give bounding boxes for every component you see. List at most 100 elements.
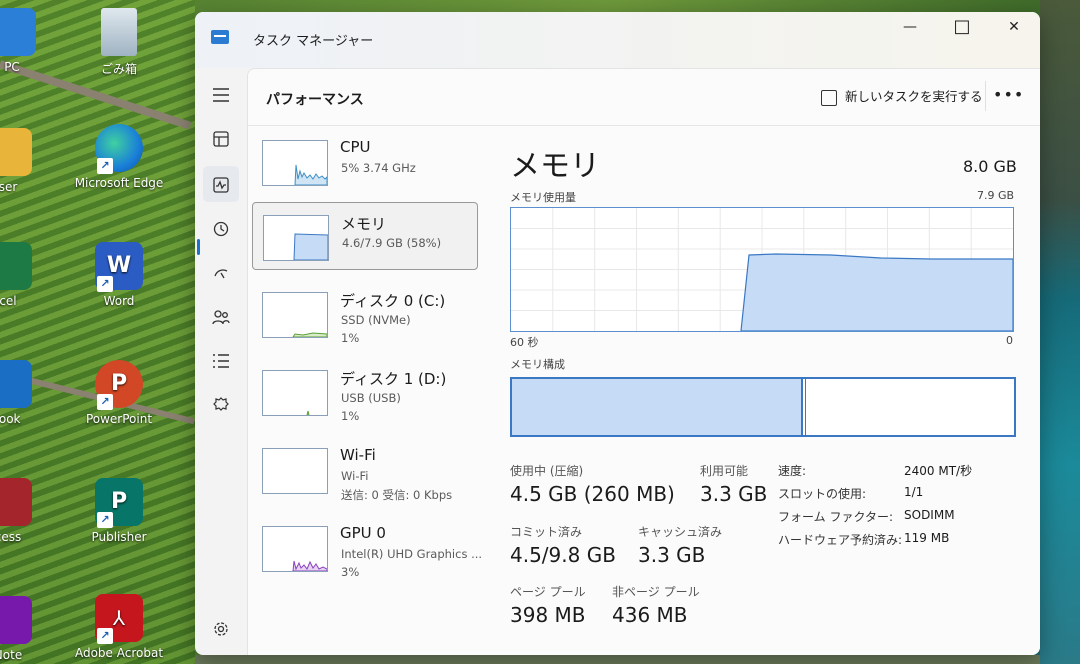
details-icon[interactable] xyxy=(203,342,239,378)
task-manager-window: タスク マネージャー — □ ✕ パフォーマンス 新しいタスクを実行する •••… xyxy=(195,12,1040,655)
desktop-icon-acrobat[interactable]: ⅄ ↗ Adobe Acrobat xyxy=(71,594,167,660)
graph-axis-left: 60 秒 xyxy=(510,336,539,349)
desktop-icon-label: Word xyxy=(103,294,135,308)
task-manager-icon xyxy=(211,30,229,44)
desktop-background-right xyxy=(1040,0,1080,664)
spec-hardware-reserved-value: 119 MB xyxy=(904,531,950,545)
word-icon: W ↗ xyxy=(95,242,143,292)
processes-icon[interactable] xyxy=(203,120,239,156)
wifi-thumbnail-graph xyxy=(262,448,328,494)
edge-icon: ↗ xyxy=(95,124,143,174)
nonpaged-pool-label: 非ページ プール xyxy=(612,585,700,599)
desktop-icon-access[interactable]: cess xyxy=(0,478,56,544)
performance-list: CPU 5% 3.74 GHz メモリ 4.6/7.9 GB (58%) ディス… xyxy=(248,126,483,655)
close-button[interactable]: ✕ xyxy=(988,12,1040,44)
item-name: メモリ xyxy=(341,215,387,233)
item-name: Wi-Fi xyxy=(340,446,376,464)
list-item-wifi[interactable]: Wi-Fi Wi-Fi 送信: 0 受信: 0 Kbps xyxy=(252,436,476,502)
gpu-thumbnail-graph xyxy=(262,526,328,572)
performance-icon[interactable] xyxy=(203,166,239,202)
active-nav-indicator xyxy=(197,239,200,255)
desktop-icon-label: Microsoft Edge xyxy=(74,176,164,190)
list-item-memory[interactable]: メモリ 4.6/7.9 GB (58%) xyxy=(252,202,478,270)
desktop-icon-excel[interactable]: cel xyxy=(0,242,56,308)
hamburger-icon[interactable] xyxy=(203,76,239,112)
title-bar[interactable]: タスク マネージャー — □ ✕ xyxy=(195,12,1040,68)
memory-total: 8.0 GB xyxy=(963,157,1017,176)
settings-icon[interactable] xyxy=(203,610,239,646)
list-item-cpu[interactable]: CPU 5% 3.74 GHz xyxy=(252,128,476,194)
user-folder-icon xyxy=(0,128,32,176)
desktop-icon-onenote[interactable]: Note xyxy=(0,596,56,662)
disk1-thumbnail-graph xyxy=(262,370,328,416)
acrobat-icon: ⅄ ↗ xyxy=(95,594,143,644)
desktop-icon-pc[interactable]: PC xyxy=(0,8,60,74)
desktop-icon-recycle-bin[interactable]: ごみ箱 xyxy=(71,8,167,77)
desktop-icon-user[interactable]: ser xyxy=(0,128,56,194)
item-detail: USB (USB) xyxy=(341,391,401,405)
committed-label: コミット済み xyxy=(510,525,583,539)
navigation-pane xyxy=(195,68,245,655)
desktop-background-bottom xyxy=(195,655,1040,664)
list-item-disk1[interactable]: ディスク 1 (D:) USB (USB) 1% xyxy=(252,358,476,424)
spec-speed-value: 2400 MT/秒 xyxy=(904,464,973,478)
item-usage: 1% xyxy=(341,409,360,423)
access-icon xyxy=(0,478,32,526)
minimize-button[interactable]: — xyxy=(884,12,936,44)
desktop-icon-outlook[interactable]: look xyxy=(0,360,56,426)
maximize-button[interactable]: □ xyxy=(936,12,988,44)
spec-slots-key: スロットの使用: xyxy=(778,487,867,501)
cached-value: 3.3 GB xyxy=(638,543,706,567)
item-detail: SSD (NVMe) xyxy=(341,313,411,327)
pc-icon xyxy=(0,8,36,56)
desktop-icon-edge[interactable]: ↗ Microsoft Edge xyxy=(71,124,167,190)
item-detail: Intel(R) UHD Graphics ... xyxy=(341,547,483,561)
spec-speed-key: 速度: xyxy=(778,464,807,478)
desktop-icon-powerpoint[interactable]: P ↗ PowerPoint xyxy=(71,360,167,426)
memory-in-use-segment xyxy=(512,379,803,435)
list-item-gpu[interactable]: GPU 0 Intel(R) UHD Graphics ... 3% xyxy=(252,514,482,580)
desktop-icon-label: PowerPoint xyxy=(85,412,153,426)
spec-hardware-reserved-key: ハードウェア予約済み: xyxy=(778,533,903,547)
paged-pool-label: ページ プール xyxy=(510,585,586,599)
more-options-button[interactable]: ••• xyxy=(993,85,1024,104)
memory-thumbnail-graph xyxy=(263,215,329,261)
memory-usage-label: メモリ使用量 xyxy=(510,191,576,204)
desktop-icon-label: cess xyxy=(0,530,22,544)
content-header: パフォーマンス 新しいタスクを実行する ••• xyxy=(248,69,1040,126)
publisher-icon: P ↗ xyxy=(95,478,143,528)
item-name: ディスク 1 (D:) xyxy=(340,370,447,388)
run-new-task-button[interactable]: 新しいタスクを実行する xyxy=(821,86,983,110)
desktop-icon-label: ser xyxy=(0,180,18,194)
item-detail: 4.6/7.9 GB (58%) xyxy=(342,236,442,250)
item-name: GPU 0 xyxy=(340,524,386,542)
in-use-value: 4.5 GB (260 MB) xyxy=(510,482,675,506)
run-new-task-label: 新しいタスクを実行する xyxy=(845,89,983,104)
desktop-icon-label: PC xyxy=(4,60,20,74)
item-detail: Wi-Fi xyxy=(341,469,369,483)
window-title: タスク マネージャー xyxy=(253,34,374,49)
desktop-icon-label: Adobe Acrobat xyxy=(74,646,164,660)
item-detail: 5% 3.74 GHz xyxy=(341,161,416,175)
list-item-disk0[interactable]: ディスク 0 (C:) SSD (NVMe) 1% xyxy=(252,280,476,346)
available-value: 3.3 GB xyxy=(700,482,768,506)
desktop-icon-label: cel xyxy=(0,294,17,308)
excel-icon xyxy=(0,242,32,290)
recycle-bin-icon xyxy=(101,8,137,56)
desktop-icon-publisher[interactable]: P ↗ Publisher xyxy=(71,478,167,544)
app-history-icon[interactable] xyxy=(203,210,239,246)
memory-title: メモリ xyxy=(510,149,600,184)
memory-composition-label: メモリ構成 xyxy=(510,358,565,371)
desktop-icon-word[interactable]: W ↗ Word xyxy=(71,242,167,308)
item-name: ディスク 0 (C:) xyxy=(340,292,446,310)
item-name: CPU xyxy=(340,138,371,156)
disk0-thumbnail-graph xyxy=(262,292,328,338)
desktop-icon-label: look xyxy=(0,412,21,426)
startup-apps-icon[interactable] xyxy=(203,254,239,290)
memory-usage-graph xyxy=(510,207,1014,332)
services-icon[interactable] xyxy=(203,386,239,422)
memory-modified-segment xyxy=(803,379,806,435)
spec-form-factor-key: フォーム ファクター: xyxy=(778,510,894,524)
users-icon[interactable] xyxy=(203,298,239,334)
cpu-thumbnail-graph xyxy=(262,140,328,186)
